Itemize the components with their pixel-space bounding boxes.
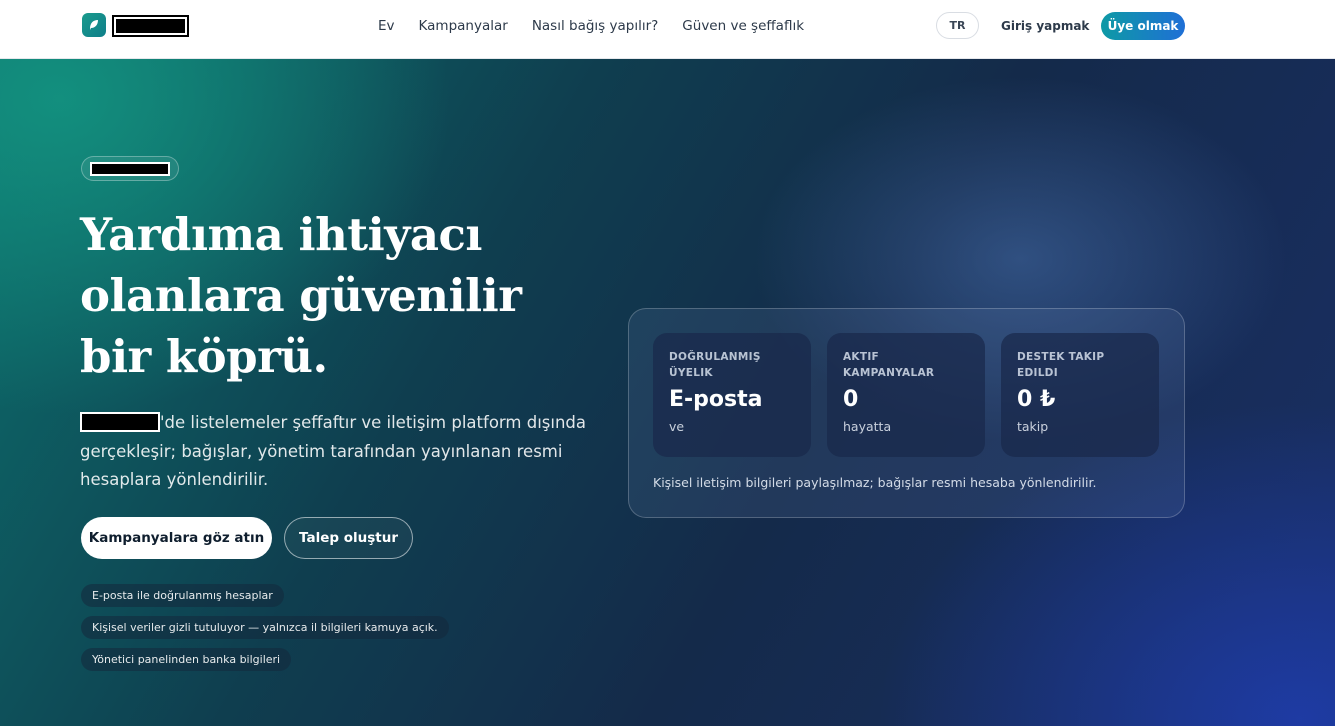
stat-sub: ve [669,419,685,434]
feature-chip: Yönetici panelinden banka bilgileri [81,648,292,671]
logo-wordmark-redacted[interactable] [112,15,189,37]
stat-label: Aktif kampanyalar [843,351,935,379]
eyebrow-text-redacted [90,162,170,176]
stat-value: E-posta [669,387,763,412]
navbar: Ev Kampanyalar Nasıl bağış yapılır? Güve… [0,0,1335,59]
hero-section: Yardıma ihtiyacı olanlara güvenilir bir … [0,59,1335,726]
nav-link-home[interactable]: Ev [378,18,395,34]
nav-link-how-to-donate[interactable]: Nasıl bağış yapılır? [532,18,658,34]
nav-link-campaigns[interactable]: Kampanyalar [419,18,508,34]
logo-icon[interactable] [82,13,106,37]
stat-sub: takip [1017,419,1049,434]
stat-value: 0 [843,387,859,412]
feature-chip: Kişisel veriler gizli tutuluyor — yalnız… [81,616,449,639]
hero-title: Yardıma ihtiyacı olanlara güvenilir bir … [80,208,522,383]
signup-button[interactable]: Üye olmak [1101,12,1185,40]
stat-label: Doğrulanmış üyelik [669,351,761,379]
login-link[interactable]: Giriş yapmak [1001,19,1089,33]
hero-description: 'de listelemeler şeffaftır ve iletişim p… [80,409,600,495]
browse-campaigns-button[interactable]: Kampanyalara göz atın [81,517,272,559]
language-switcher[interactable]: TR [936,12,979,39]
eyebrow-badge [81,156,179,181]
stat-verified-membership: Doğrulanmış üyelik E-posta ve [653,333,811,457]
feature-chip: E-posta ile doğrulanmış hesaplar [81,584,284,607]
stat-label: Destek takip edildi [1017,351,1105,379]
nav-link-trust[interactable]: Güven ve şeffaflık [682,18,804,34]
stats-card: Doğrulanmış üyelik E-posta ve Aktif kamp… [628,308,1185,518]
stat-support-tracked: Destek takip edildi 0 ₺ takip [1001,333,1159,457]
main-nav: Ev Kampanyalar Nasıl bağış yapılır? Güve… [378,18,828,34]
stat-value: 0 ₺ [1017,387,1056,412]
brand-name-redacted [80,412,160,432]
stat-active-campaigns: Aktif kampanyalar 0 hayatta [827,333,985,457]
stats-note: Kişisel iletişim bilgileri paylaşılmaz; … [653,475,1097,490]
create-request-button[interactable]: Talep oluştur [284,517,413,559]
stat-sub: hayatta [843,419,892,434]
